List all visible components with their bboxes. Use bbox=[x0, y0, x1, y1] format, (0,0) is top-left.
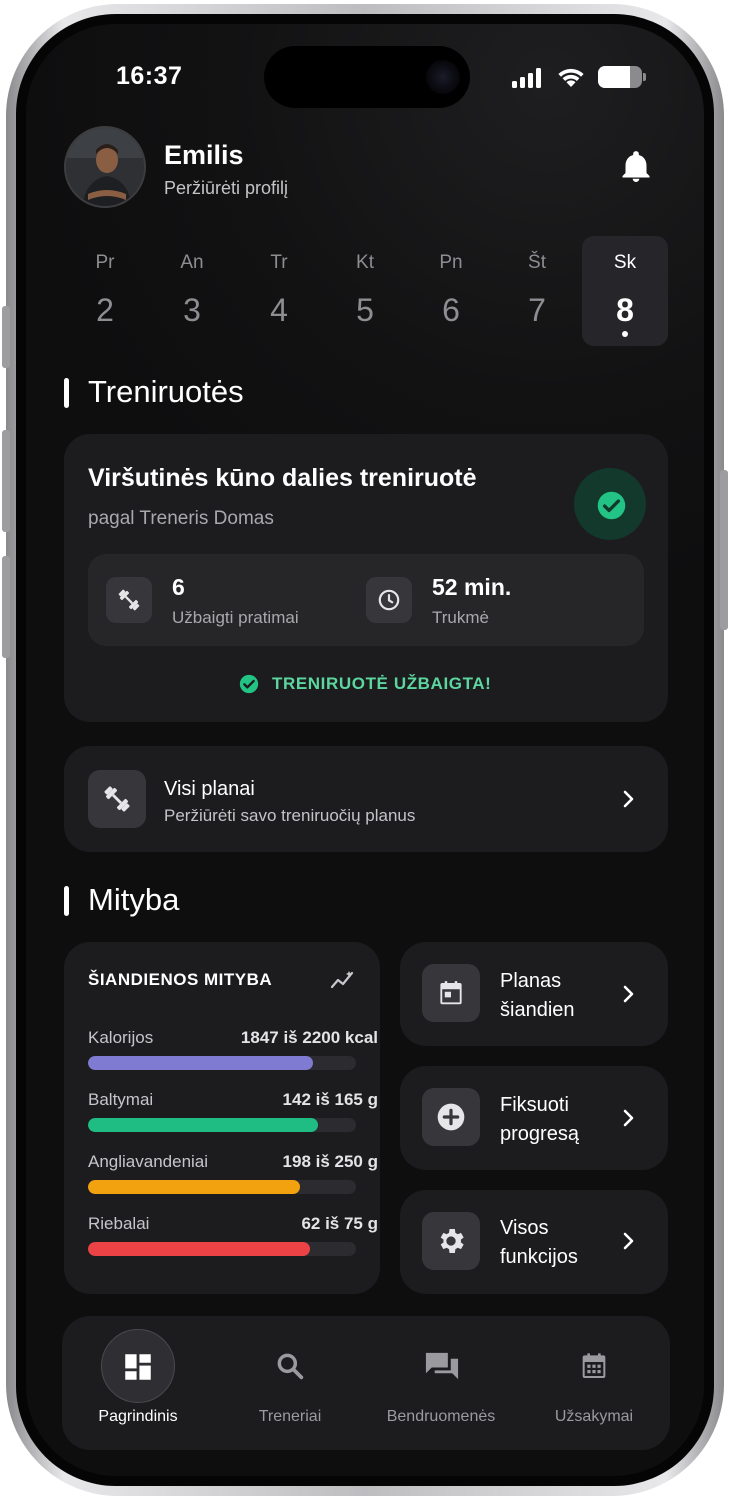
day-number: 5 bbox=[356, 292, 374, 328]
calendar-icon[interactable] bbox=[578, 1350, 610, 1382]
all-features-line2: funkcijos bbox=[500, 1246, 578, 1268]
day-number: 7 bbox=[528, 292, 546, 328]
avatar-photo bbox=[66, 128, 144, 206]
dumbbell-icon bbox=[104, 786, 130, 812]
section-title-nutrition: Mityba bbox=[88, 882, 180, 917]
avatar[interactable] bbox=[64, 126, 146, 208]
dashboard-icon[interactable] bbox=[121, 1350, 155, 1384]
wifi-icon bbox=[558, 68, 584, 87]
nav-item-bendruomenes[interactable]: Bendruomenės bbox=[366, 1408, 516, 1426]
battery-icon bbox=[598, 66, 642, 88]
nutrient-label: Riebalai bbox=[88, 1214, 150, 1233]
log-progress-line1: Fiksuoti bbox=[500, 1094, 569, 1116]
status-text: TRENIRUOTĖ UŽBAIGTA! bbox=[272, 674, 492, 693]
nav-item-uzsakymai[interactable]: Užsakymai bbox=[519, 1408, 669, 1426]
day-an[interactable]: An 3 bbox=[149, 236, 235, 346]
gear-icon bbox=[440, 1229, 464, 1253]
fat-progress-bar bbox=[88, 1242, 356, 1256]
nav-item-pagrindinis[interactable]: Pagrindinis bbox=[63, 1408, 213, 1426]
chevron-right-icon bbox=[623, 985, 634, 1003]
all-plans-title: Visi planai bbox=[164, 778, 255, 800]
plan-today-line2: šiandien bbox=[500, 999, 575, 1021]
screen: 16:37 Emilis Peržiūrėti profilį Pr 2 An … bbox=[26, 24, 704, 1476]
power-button bbox=[720, 470, 728, 630]
day-pn[interactable]: Pn 6 bbox=[408, 236, 494, 346]
all-features-line1: Visos bbox=[500, 1217, 549, 1239]
section-title-workouts: Treniruotės bbox=[88, 374, 244, 409]
exercises-count: 6 bbox=[172, 574, 185, 600]
day-abbr: Pr bbox=[95, 252, 115, 273]
plus-circle-icon bbox=[437, 1103, 465, 1131]
section-marker bbox=[64, 378, 69, 408]
day-number: 8 bbox=[616, 292, 634, 328]
trend-icon[interactable] bbox=[330, 967, 356, 991]
volume-up-button bbox=[2, 430, 10, 532]
day-abbr: Tr bbox=[270, 252, 288, 273]
day-number: 6 bbox=[442, 292, 460, 328]
volume-down-button bbox=[2, 556, 10, 658]
today-nutrition-title: ŠIANDIENOS MITYBA bbox=[88, 970, 273, 989]
action-button bbox=[2, 306, 10, 368]
workout-trainer: pagal Treneris Domas bbox=[88, 508, 274, 529]
nutrient-value: 62 iš 75 g bbox=[301, 1214, 378, 1233]
nutrient-label: Baltymai bbox=[88, 1090, 154, 1109]
day-abbr: Kt bbox=[356, 252, 374, 273]
chevron-right-icon bbox=[623, 1232, 634, 1250]
check-circle-icon bbox=[239, 674, 259, 694]
day-number: 2 bbox=[96, 292, 114, 328]
section-marker bbox=[64, 886, 69, 916]
nutrient-label: Angliavandeniai bbox=[88, 1152, 209, 1171]
day-kt[interactable]: Kt 5 bbox=[322, 236, 408, 346]
view-profile-link[interactable]: Peržiūrėti profilį bbox=[164, 178, 288, 199]
search-icon[interactable] bbox=[274, 1350, 306, 1382]
chevron-right-icon bbox=[623, 790, 634, 808]
signal-icon bbox=[512, 68, 544, 88]
calories-progress-bar bbox=[88, 1056, 356, 1070]
day-abbr: Sk bbox=[613, 252, 637, 273]
duration-value: 52 min. bbox=[432, 574, 512, 600]
nav-item-treneriai[interactable]: Treneriai bbox=[215, 1408, 365, 1426]
front-camera bbox=[426, 60, 460, 94]
calendar-icon bbox=[440, 981, 462, 1005]
nutrient-value: 142 iš 165 g bbox=[282, 1090, 378, 1109]
nutrient-value: 198 iš 250 g bbox=[282, 1152, 378, 1171]
protein-progress-fill bbox=[88, 1118, 319, 1132]
all-plans-subtitle: Peržiūrėti savo treniruočių planus bbox=[164, 806, 416, 825]
day-pr[interactable]: Pr 2 bbox=[62, 236, 148, 346]
protein-progress-bar bbox=[88, 1118, 356, 1132]
check-circle-icon bbox=[597, 491, 626, 520]
calories-progress-fill bbox=[88, 1056, 314, 1070]
day-sk-selected[interactable]: Sk 8 bbox=[582, 236, 668, 346]
chevron-right-icon bbox=[623, 1109, 634, 1127]
carbs-progress-fill bbox=[88, 1180, 300, 1194]
all-plans-row[interactable] bbox=[64, 746, 668, 852]
dumbbell-icon bbox=[118, 589, 140, 611]
log-progress-line2: progresą bbox=[500, 1123, 579, 1145]
workout-title: Viršutinės kūno dalies treniruotė bbox=[88, 464, 477, 492]
day-abbr: Pn bbox=[439, 252, 463, 273]
day-tr[interactable]: Tr 4 bbox=[236, 236, 322, 346]
nutrient-label: Kalorijos bbox=[88, 1028, 154, 1047]
day-abbr: An bbox=[180, 252, 204, 273]
user-name[interactable]: Emilis bbox=[164, 140, 244, 171]
exercises-label: Užbaigti pratimai bbox=[172, 608, 299, 627]
battery-tip bbox=[643, 73, 646, 81]
status-time: 16:37 bbox=[116, 62, 183, 90]
chat-icon[interactable] bbox=[423, 1348, 461, 1384]
day-abbr: Št bbox=[528, 252, 546, 273]
workout-complete-status: TRENIRUOTĖ UŽBAIGTA! bbox=[238, 672, 491, 696]
day-number: 3 bbox=[183, 292, 201, 328]
clock-icon bbox=[378, 589, 400, 611]
plan-today-line1: Planas bbox=[500, 970, 562, 992]
selected-day-dot bbox=[622, 331, 628, 337]
bell-icon[interactable] bbox=[618, 148, 654, 186]
nutrient-value: 1847 iš 2200 kcal bbox=[240, 1028, 378, 1047]
duration-label: Trukmė bbox=[432, 608, 489, 627]
fat-progress-fill bbox=[88, 1242, 311, 1256]
day-st[interactable]: Št 7 bbox=[494, 236, 580, 346]
day-number: 4 bbox=[270, 292, 288, 328]
carbs-progress-bar bbox=[88, 1180, 356, 1194]
